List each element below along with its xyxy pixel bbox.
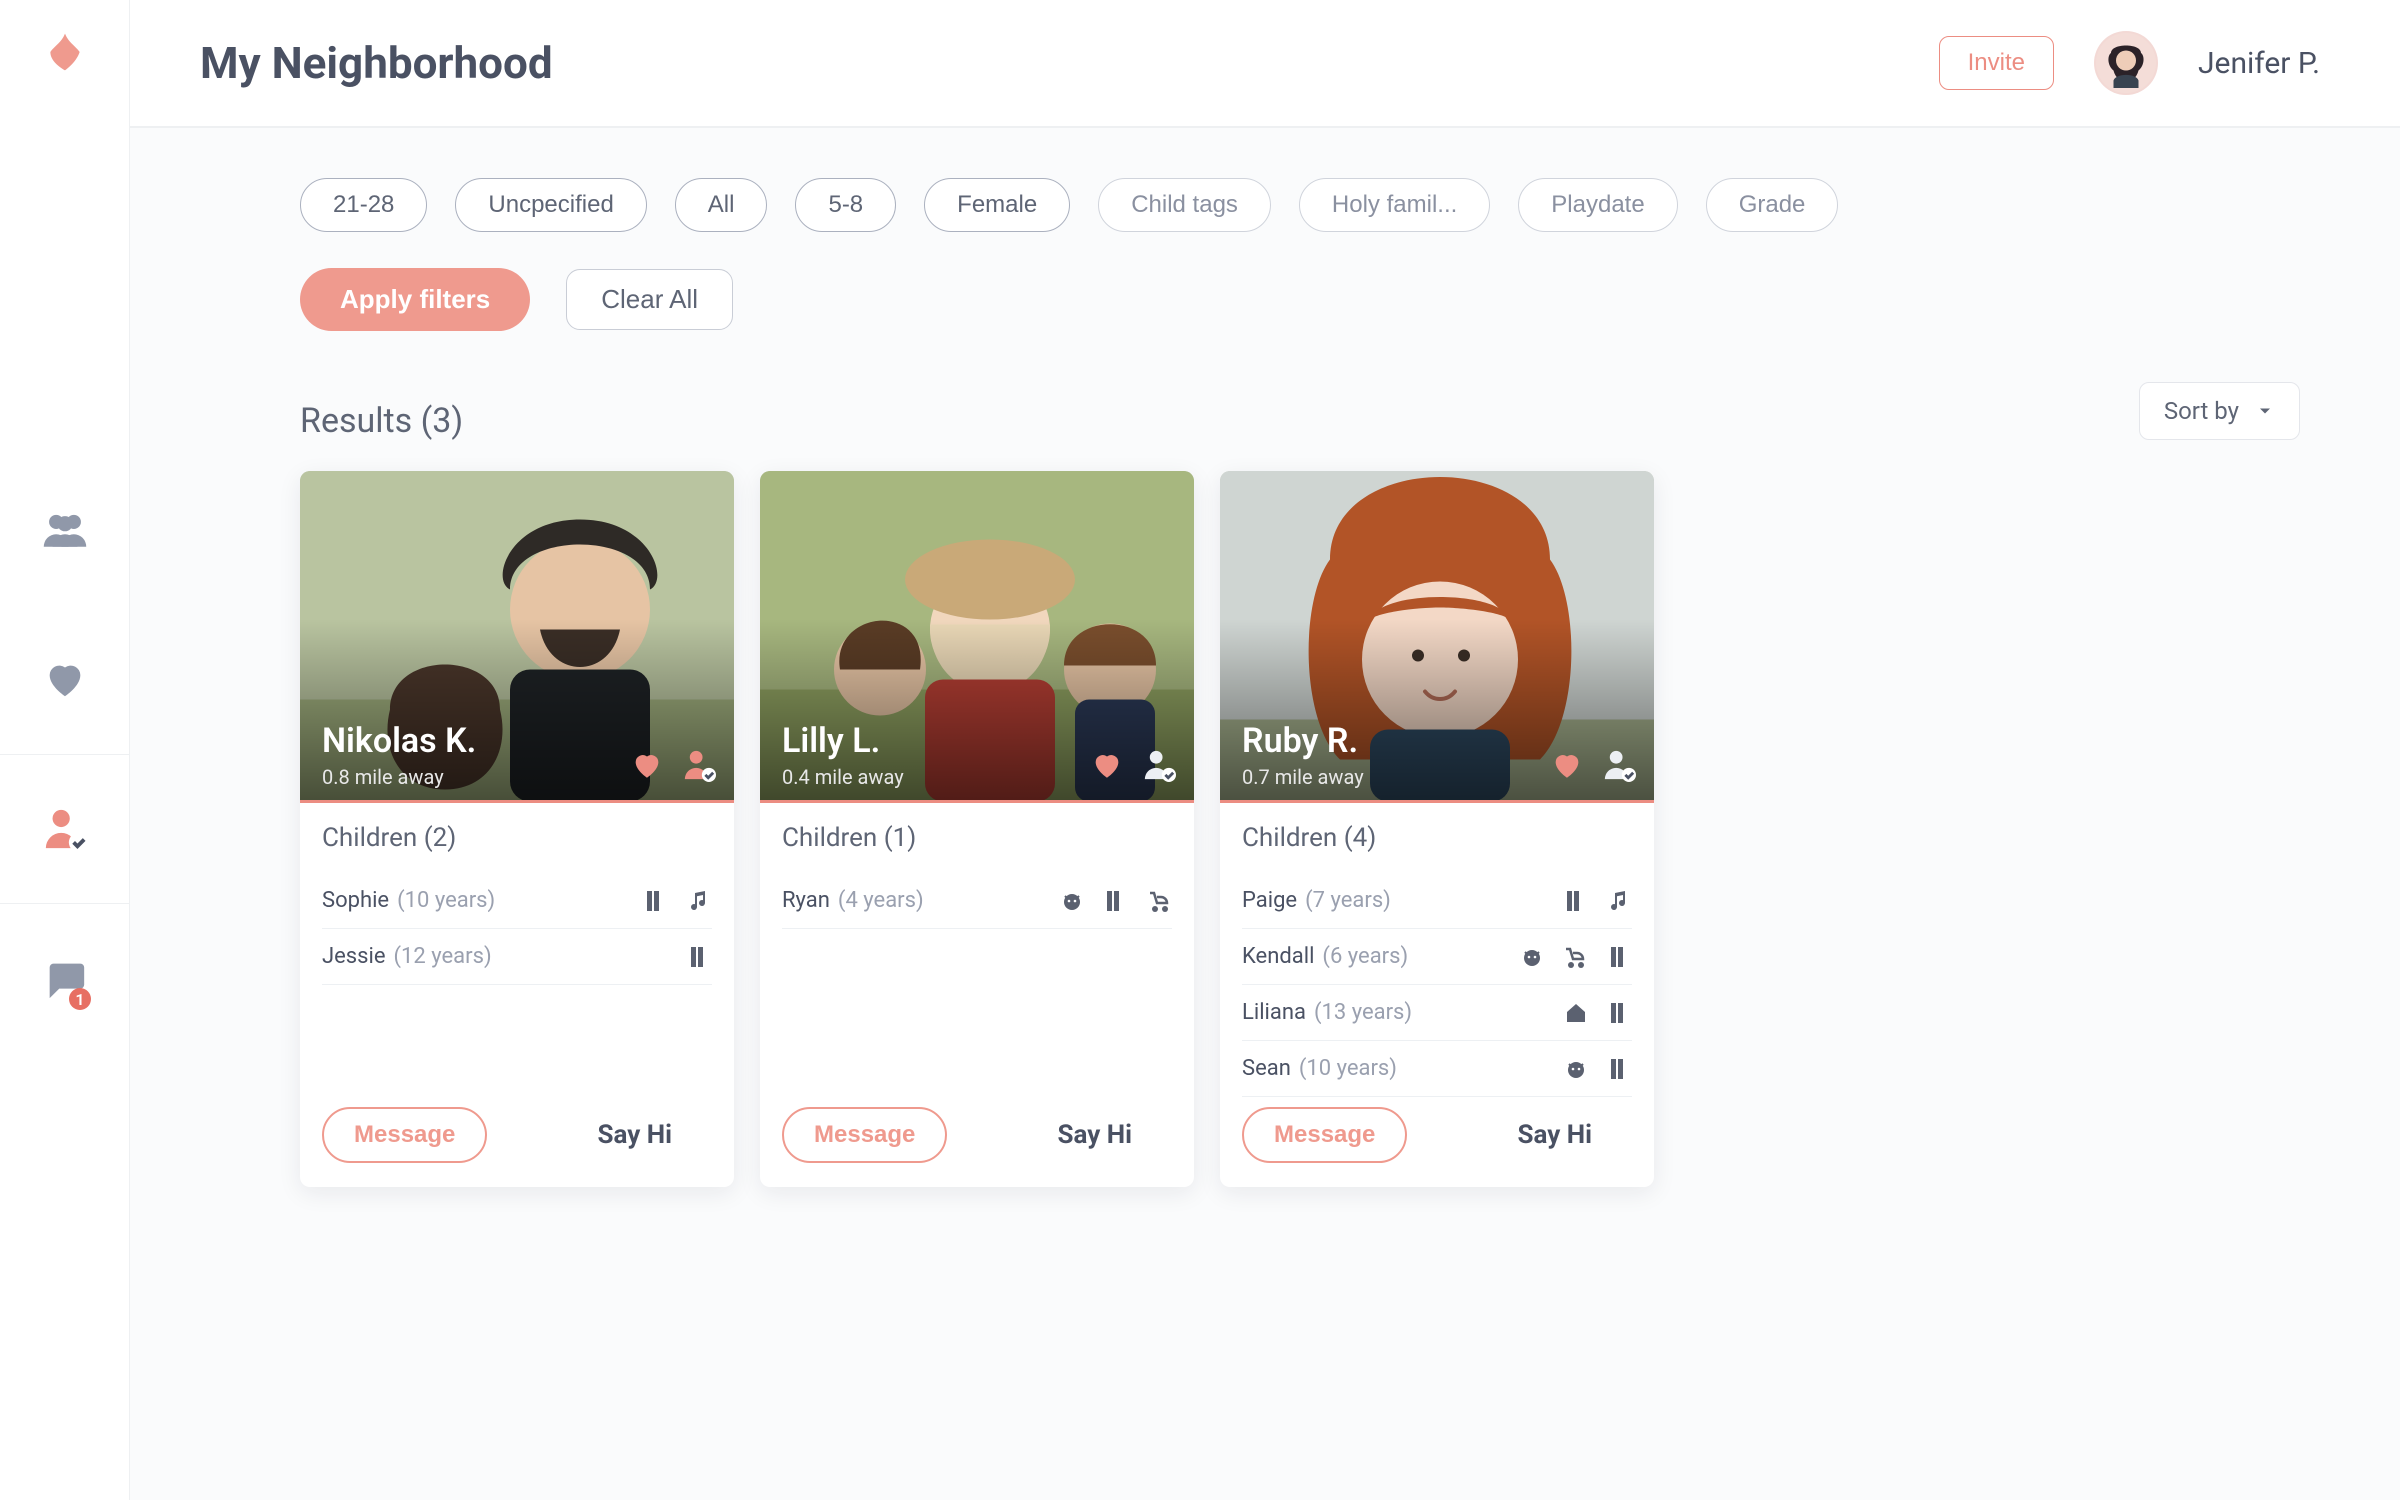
card-image[interactable]: Ruby R. 0.7 mile away (1220, 471, 1654, 803)
book-icon (1608, 1057, 1632, 1081)
person-distance: 0.8 mile away (322, 765, 444, 789)
say-hi-button[interactable]: Say Hi (1057, 1120, 1132, 1150)
child-name: Sean (1242, 1056, 1291, 1081)
book-icon (1608, 1001, 1632, 1025)
child-item: Paige (7 years) (1242, 873, 1632, 929)
children-heading: Children (4) (1242, 823, 1632, 853)
child-list: Ryan (4 years) (782, 873, 1172, 1099)
sort-by-select[interactable]: Sort by (2139, 382, 2300, 440)
invite-button[interactable]: Invite (1939, 36, 2054, 90)
book-icon (688, 945, 712, 969)
clear-all-button[interactable]: Clear All (566, 269, 733, 330)
child-item: Sean (10 years) (1242, 1041, 1632, 1097)
person-distance: 0.7 mile away (1242, 765, 1364, 789)
child-item: Sophie (10 years) (322, 873, 712, 929)
heart-icon (42, 656, 88, 702)
child-item: Liliana (13 years) (1242, 985, 1632, 1041)
message-button[interactable]: Message (782, 1107, 947, 1163)
filter-chips: 21-28 Uncpecified All 5-8 Female Child t… (300, 178, 2300, 232)
child-item: Ryan (4 years) (782, 873, 1172, 929)
person-card: Ruby R. 0.7 mile away Children (4) Paige… (1220, 471, 1654, 1187)
verify-icon[interactable] (1602, 748, 1636, 782)
book-icon (1104, 889, 1128, 913)
group-icon (42, 506, 88, 552)
chat-badge: 1 (69, 988, 91, 1010)
children-heading: Children (2) (322, 823, 712, 853)
person-check-icon (42, 806, 88, 852)
sidebar: 1 (0, 0, 130, 1500)
topbar: My Neighborhood Invite Jenifer P. (130, 0, 2400, 128)
pig-icon (1564, 1057, 1588, 1081)
message-button[interactable]: Message (1242, 1107, 1407, 1163)
sidebar-item-verified[interactable] (0, 754, 129, 904)
child-age: (7 years) (1305, 888, 1391, 913)
person-name: Ruby R. (1242, 721, 1358, 761)
child-age: (6 years) (1322, 944, 1408, 969)
child-list: Paige (7 years) Kendall (6 years) Lilian… (1242, 873, 1632, 1099)
card-image[interactable]: Nikolas K. 0.8 mile away (300, 471, 734, 803)
sort-by-label: Sort by (2164, 397, 2239, 425)
book-icon (1608, 945, 1632, 969)
child-age: (10 years) (1299, 1056, 1397, 1081)
sidebar-item-group[interactable] (0, 454, 129, 604)
child-age: (10 years) (397, 888, 495, 913)
page-title: My Neighborhood (200, 37, 553, 89)
pig-icon (1520, 945, 1544, 969)
person-card: Lilly L. 0.4 mile away Children (1) Ryan… (760, 471, 1194, 1187)
pig-icon (1060, 889, 1084, 913)
person-name: Lilly L. (782, 721, 880, 761)
verify-icon[interactable] (682, 748, 716, 782)
avatar[interactable] (2094, 31, 2158, 95)
child-item: Jessie (12 years) (322, 929, 712, 985)
chip-unspecified[interactable]: Uncpecified (455, 178, 646, 232)
book-icon (1564, 889, 1588, 913)
stroller-icon (1564, 945, 1588, 969)
child-age: (4 years) (838, 888, 924, 913)
username: Jenifer P. (2198, 46, 2320, 81)
music-icon (1608, 889, 1632, 913)
children-heading: Children (1) (782, 823, 1172, 853)
chip-child-tags[interactable]: Child tags (1098, 178, 1271, 232)
chip-holy-family[interactable]: Holy famil... (1299, 178, 1490, 232)
music-icon (688, 889, 712, 913)
child-list: Sophie (10 years) Jessie (12 years) (322, 873, 712, 1099)
chip-age[interactable]: 21-28 (300, 178, 427, 232)
sidebar-item-favorites[interactable] (0, 604, 129, 754)
say-hi-button[interactable]: Say Hi (597, 1120, 672, 1150)
child-age: (12 years) (394, 944, 492, 969)
child-name: Ryan (782, 888, 830, 913)
result-cards: Nikolas K. 0.8 mile away Children (2) So… (300, 471, 2300, 1187)
child-item: Kendall (6 years) (1242, 929, 1632, 985)
home-icon (1564, 1001, 1588, 1025)
sidebar-item-chat[interactable]: 1 (0, 904, 129, 1054)
book-icon (644, 889, 668, 913)
results-label: Results (3) (300, 401, 463, 441)
chevron-down-icon (2255, 401, 2275, 421)
child-name: Sophie (322, 888, 389, 913)
child-name: Jessie (322, 944, 386, 969)
chip-grade[interactable]: Grade (1706, 178, 1839, 232)
stroller-icon (1148, 889, 1172, 913)
child-age: (13 years) (1314, 1000, 1412, 1025)
person-name: Nikolas K. (322, 721, 476, 761)
child-name: Paige (1242, 888, 1297, 913)
content: 21-28 Uncpecified All 5-8 Female Child t… (130, 128, 2400, 1500)
favorite-icon[interactable] (1090, 748, 1124, 782)
say-hi-button[interactable]: Say Hi (1517, 1120, 1592, 1150)
apply-filters-button[interactable]: Apply filters (300, 268, 530, 331)
chip-all[interactable]: All (675, 178, 768, 232)
favorite-icon[interactable] (630, 748, 664, 782)
person-card: Nikolas K. 0.8 mile away Children (2) So… (300, 471, 734, 1187)
chip-playdate[interactable]: Playdate (1518, 178, 1677, 232)
favorite-icon[interactable] (1550, 748, 1584, 782)
logo-icon (43, 30, 87, 74)
child-name: Liliana (1242, 1000, 1306, 1025)
chip-female[interactable]: Female (924, 178, 1070, 232)
person-distance: 0.4 mile away (782, 765, 904, 789)
chip-5-8[interactable]: 5-8 (795, 178, 896, 232)
child-name: Kendall (1242, 944, 1314, 969)
card-image[interactable]: Lilly L. 0.4 mile away (760, 471, 1194, 803)
verify-icon[interactable] (1142, 748, 1176, 782)
message-button[interactable]: Message (322, 1107, 487, 1163)
